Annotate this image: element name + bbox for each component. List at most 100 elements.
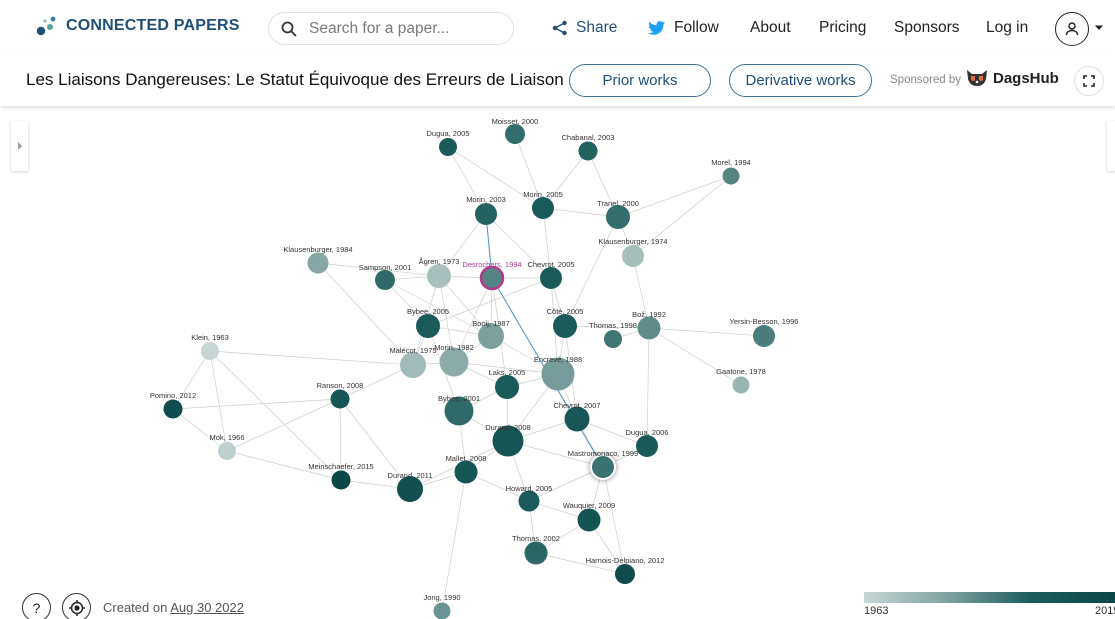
graph-edge [617,175,732,218]
search-box[interactable] [268,12,514,45]
paper-node[interactable] [307,252,329,274]
paper-node[interactable] [636,435,658,457]
twitter-bird-icon [648,20,666,35]
paper-node-label: Mallet, 2008 [446,454,487,463]
share-button[interactable]: Share [552,17,617,39]
right-panel-toggle[interactable] [1107,121,1115,171]
paper-node[interactable] [532,197,554,219]
paper-node[interactable] [331,470,351,490]
paper-node-label: Jong, 1990 [423,593,460,602]
paper-node[interactable] [416,314,440,338]
connected-papers-logo-icon [36,16,56,36]
graph-edge [648,327,742,386]
paper-node-label: Meinschaefer, 2015 [308,462,373,471]
paper-node[interactable] [622,245,644,267]
paper-node[interactable] [553,314,577,338]
paper-node-label: Durand, 2011 [388,471,433,480]
graph-edge [209,350,342,481]
paper-node[interactable] [439,138,457,156]
brand-logo[interactable]: CONNECTED PAPERS [36,15,240,37]
paper-node[interactable] [604,330,622,348]
year-color-legend [864,592,1115,603]
recenter-button[interactable] [62,593,91,619]
paper-node[interactable] [433,602,451,619]
paper-node[interactable] [732,376,750,394]
share-label: Share [576,19,618,36]
sponsor-dagshub-link[interactable]: DagsHub [965,68,1059,88]
paper-node[interactable] [400,352,426,378]
paper-node-label: Malécot, 1975 [389,346,436,355]
paper-node-label: Desrochers, 1994 [462,260,521,269]
paper-node[interactable] [615,564,635,584]
graph-edge [209,350,414,366]
paper-node-label: Dugua, 2005 [427,129,470,138]
sponsors-link[interactable]: Sponsors [894,17,959,39]
fullscreen-button[interactable] [1074,66,1104,96]
paper-node[interactable] [454,460,478,484]
prior-works-button[interactable]: Prior works [569,64,711,97]
paper-node-label: Klein, 1963 [191,333,229,342]
graph-edge [648,327,765,337]
dagshub-dog-icon [967,70,987,86]
paper-node[interactable] [479,265,505,291]
paper-node-label: Thomas, 1998 [589,321,637,330]
search-icon [281,21,297,36]
paper-node-label: Laks, 2005 [489,368,526,377]
paper-node[interactable] [753,325,775,347]
graph-labels: Moisset, 2000 Dugua, 2005 Chabanal, 2003 Mo… [150,117,799,602]
paper-node-label: Dugua, 2006 [626,428,669,437]
paper-node[interactable] [637,316,661,340]
follow-button[interactable]: Follow [648,17,719,39]
derivative-works-button[interactable]: Derivative works [729,64,872,97]
paper-node[interactable] [495,375,519,399]
paper-node-label: Durand, 2008 [485,423,530,432]
paper-node[interactable] [590,454,616,480]
paper-node-label: Wauquier, 2009 [563,501,615,510]
sponsor-name: DagsHub [993,69,1059,87]
paper-node-label: Côté, 2005 [547,307,584,316]
created-date-link[interactable]: Aug 30 2022 [170,600,244,615]
paper-node[interactable] [201,342,219,360]
paper-node[interactable] [475,203,497,225]
paper-node-label: Howard, 2005 [506,484,553,493]
paper-node[interactable] [722,167,740,185]
paper-title: Les Liaisons Dangereuses: Le Statut Équi… [26,70,564,89]
left-panel-toggle[interactable] [11,121,28,171]
paper-node[interactable] [218,442,236,460]
paper-node[interactable] [540,267,562,289]
paper-node[interactable] [578,141,598,161]
login-link[interactable]: Log in [986,17,1028,39]
paper-node[interactable] [518,490,540,512]
paper-node[interactable] [564,406,590,432]
paper-node-label: Mok, 1966 [209,433,244,442]
paper-node[interactable] [505,124,525,144]
paper-node-label: Booij, 1987 [472,319,510,328]
paper-node[interactable] [427,264,451,288]
pricing-link[interactable]: Pricing [819,17,866,39]
paper-node[interactable] [577,508,601,532]
share-icon [552,20,567,36]
paper-node[interactable] [163,399,183,419]
account-button[interactable] [1055,12,1089,46]
about-link[interactable]: About [750,17,791,39]
paper-node[interactable] [524,541,548,565]
follow-label: Follow [674,19,719,36]
paper-node-label: Bož, 1992 [632,310,666,319]
paper-node-label: Klausenburger, 1974 [598,237,667,246]
paper-node-label: Morel, 1994 [711,158,751,167]
help-button[interactable]: ? [22,593,51,619]
user-icon [1065,22,1079,36]
caret-down-icon[interactable] [1094,24,1104,32]
paper-node-label: Harnois-Delpiano, 2012 [586,556,665,565]
paper-node[interactable] [606,205,630,229]
fullscreen-icon [1083,75,1095,87]
paper-graph[interactable]: Moisset, 2000 Dugua, 2005 Chabanal, 2003 Mo… [0,106,1115,619]
target-icon [68,599,85,616]
paper-node-label: Ågren, 1973 [419,257,460,266]
paper-node-label: Mastromonaco, 1999 [568,449,638,458]
paper-node[interactable] [330,389,350,409]
brand-name: CONNECTED PAPERS [66,17,240,34]
question-mark-icon: ? [32,599,41,616]
search-input[interactable] [309,19,489,38]
paper-node[interactable] [375,270,395,290]
